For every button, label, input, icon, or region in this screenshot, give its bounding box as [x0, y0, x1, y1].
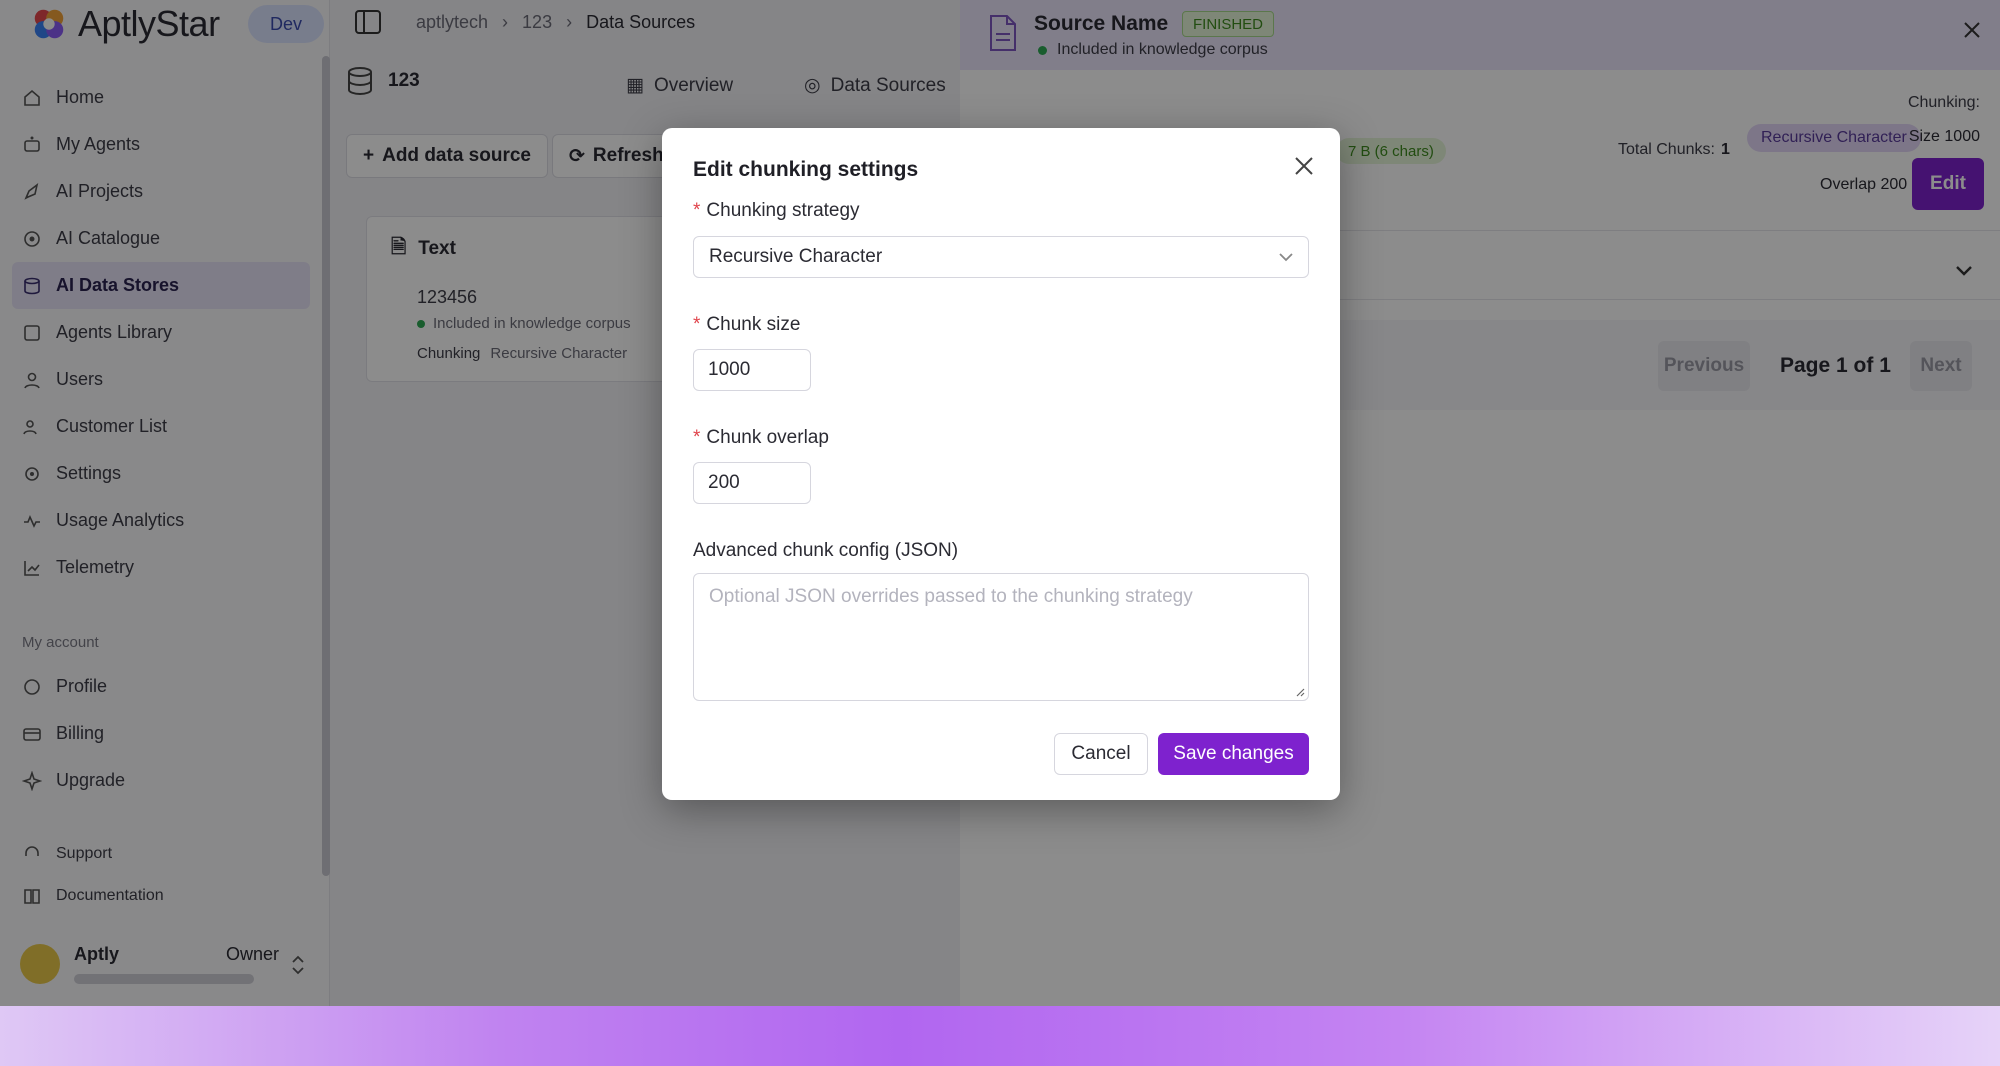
close-icon[interactable] [1290, 152, 1318, 180]
select-value: Recursive Character [709, 246, 883, 267]
bottom-gradient-bar [0, 1006, 2000, 1066]
label-text: Advanced chunk config (JSON) [693, 540, 959, 561]
edit-chunking-dialog: Edit chunking settings * Chunking strateg… [662, 128, 1340, 800]
label-text: Chunking strategy [706, 200, 860, 221]
advanced-config-textarea[interactable]: Optional JSON overrides passed to the ch… [693, 573, 1309, 701]
save-changes-button[interactable]: Save changes [1158, 733, 1309, 775]
chunk-overlap-input[interactable]: 200 [693, 462, 811, 504]
advanced-config-label: Advanced chunk config (JSON) [693, 540, 958, 562]
required-asterisk: * [693, 427, 701, 448]
resize-grip-icon[interactable] [1295, 687, 1305, 697]
size-label: * Chunk size [693, 314, 800, 336]
textarea-placeholder: Optional JSON overrides passed to the ch… [709, 586, 1193, 607]
overlap-label: * Chunk overlap [693, 427, 829, 449]
required-asterisk: * [693, 200, 701, 221]
cancel-button[interactable]: Cancel [1054, 733, 1148, 775]
dialog-title: Edit chunking settings [693, 158, 919, 181]
label-text: Chunk size [706, 314, 801, 335]
strategy-label: * Chunking strategy [693, 200, 860, 222]
chunking-strategy-select[interactable]: Recursive Character [693, 236, 1309, 278]
label-text: Chunk overlap [706, 427, 829, 448]
chunk-size-input[interactable]: 1000 [693, 349, 811, 391]
required-asterisk: * [693, 314, 701, 335]
chevron-down-icon [1279, 253, 1293, 262]
